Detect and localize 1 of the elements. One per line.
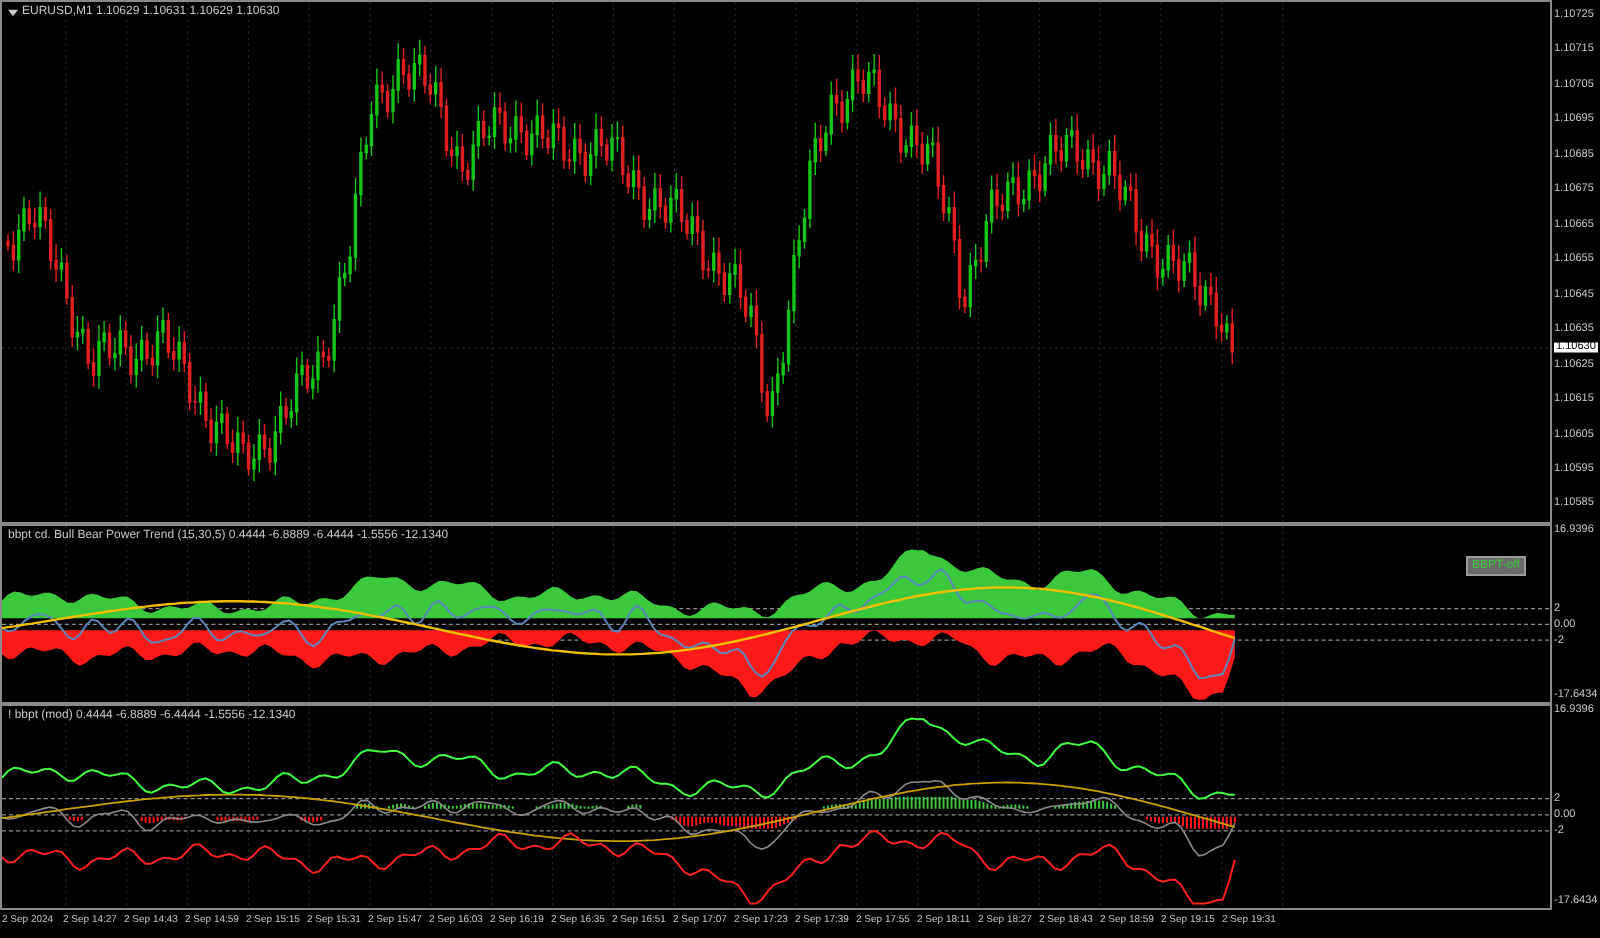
- dropdown-icon[interactable]: [8, 7, 18, 17]
